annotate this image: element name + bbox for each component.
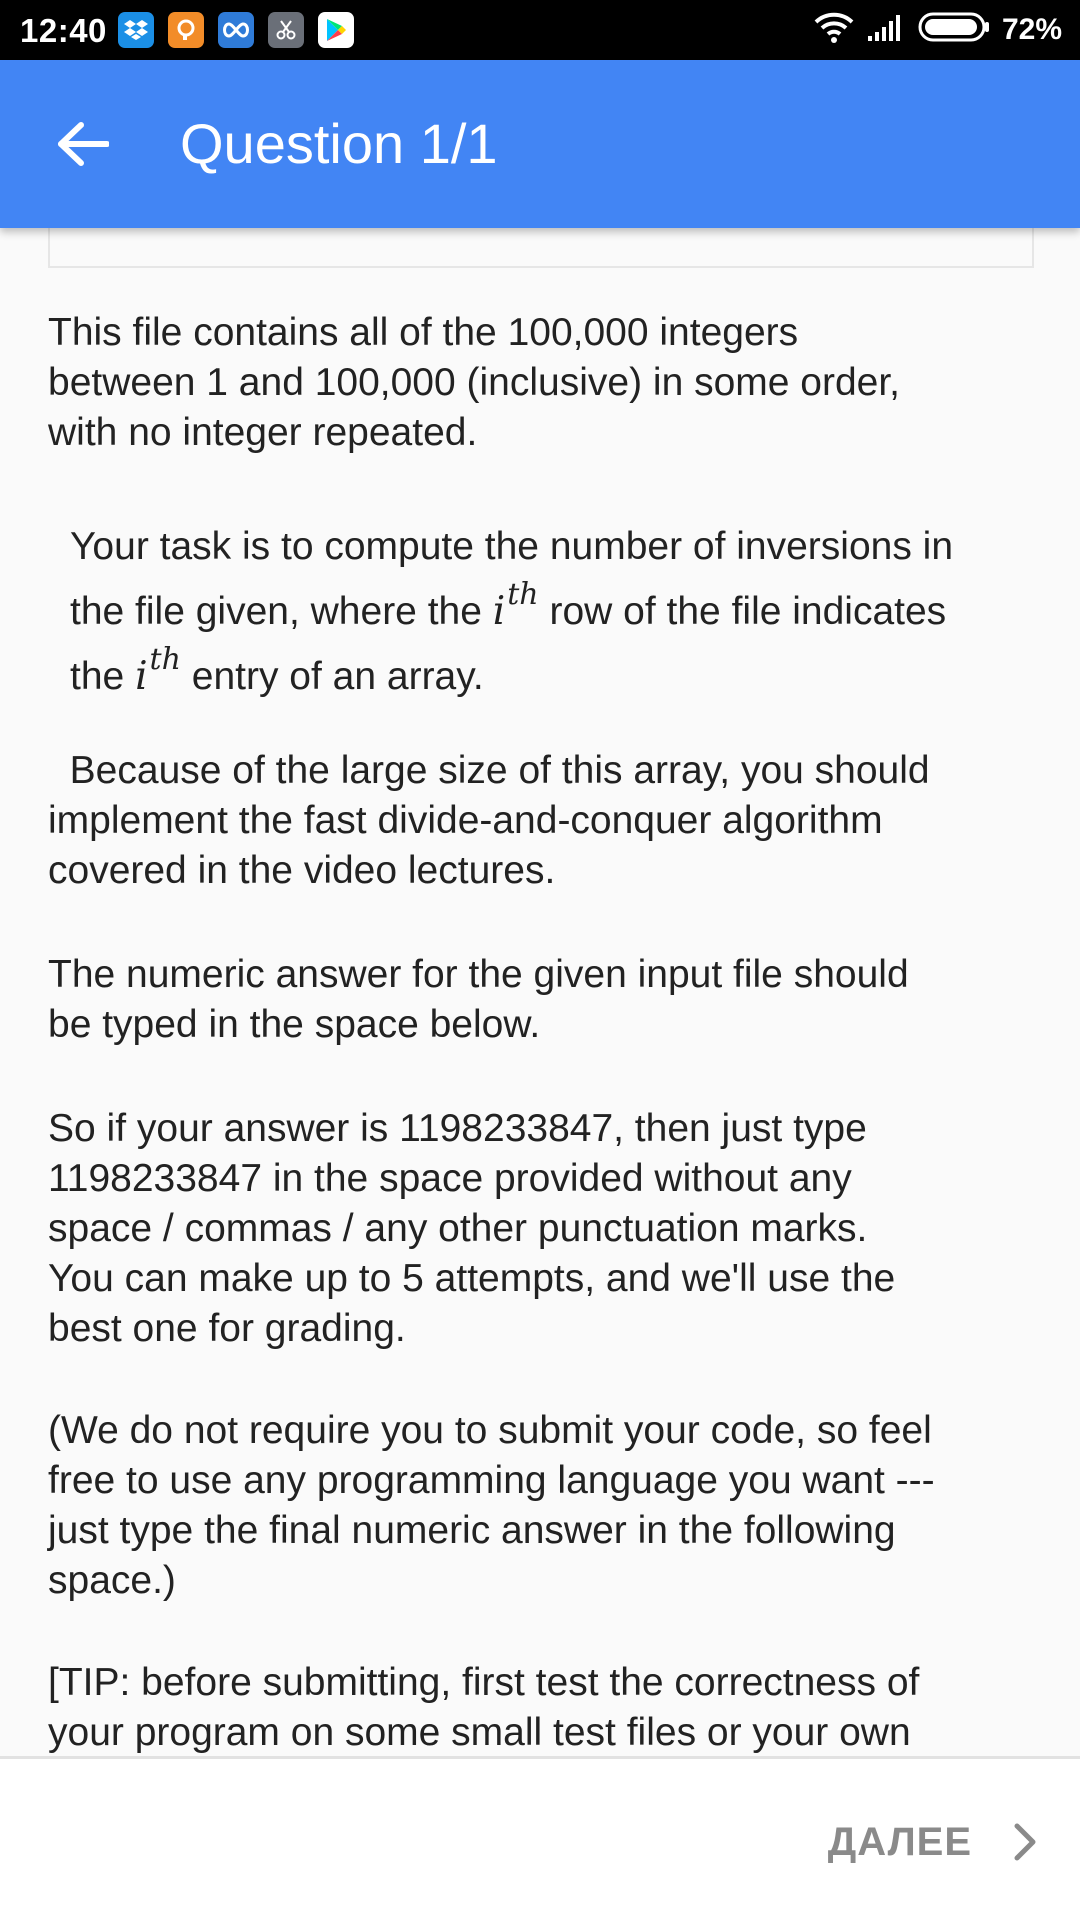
math-variable: i [135, 654, 148, 699]
app-bar: Question 1/1 [0, 60, 1080, 228]
paragraph-example: So if your answer is 1198233847, then ju… [48, 1107, 896, 1350]
next-button[interactable]: ДАЛЕЕ [816, 1805, 1050, 1879]
paragraph-answer: The numeric answer for the given input f… [48, 953, 909, 1046]
math-superscript: th [507, 577, 539, 612]
paragraph-code: (We do not require you to submit your co… [48, 1409, 935, 1602]
bottom-bar: ДАЛЕЕ [0, 1756, 1080, 1920]
infinity-icon [218, 12, 254, 48]
status-time: 12:40 [20, 12, 107, 49]
paragraph-size: Because of the large size of this array,… [48, 749, 930, 892]
battery-percent: 72% [1001, 12, 1062, 46]
wifi-icon [814, 10, 854, 49]
chat-icon [168, 12, 204, 48]
back-button[interactable] [40, 104, 126, 184]
play-store-icon [318, 12, 354, 48]
chevron-right-icon [1014, 1823, 1036, 1861]
next-label: ДАЛЕЕ [827, 1819, 972, 1864]
dropbox-icon [118, 12, 154, 48]
math-superscript: th [149, 642, 181, 677]
paragraph-task: Your task is to compute the number of in… [70, 520, 1030, 704]
scissors-icon [268, 12, 304, 48]
battery-icon [918, 11, 990, 48]
notification-icons [118, 12, 354, 48]
attachment-card[interactable] [48, 228, 1034, 268]
math-i-th-2: ith [135, 642, 181, 699]
math-i-th-1: ith [492, 577, 539, 634]
question-content[interactable]: This file contains all of the 100,000 in… [0, 228, 1080, 1756]
paragraph-tip: [TIP: before submitting, first test the … [48, 1661, 920, 1754]
arrow-back-icon [58, 122, 109, 166]
paragraph-task-text-3: entry of an array. [180, 655, 484, 698]
paragraph-intro: This file contains all of the 100,000 in… [48, 311, 901, 454]
status-right: 72% [814, 10, 1062, 49]
math-variable: i [492, 589, 506, 634]
page-title: Question 1/1 [180, 112, 498, 175]
screen: 12:40 72% Question 1/1 This file contain… [0, 0, 1080, 1920]
status-bar: 12:40 72% [0, 0, 1080, 60]
signal-icon [866, 12, 906, 47]
